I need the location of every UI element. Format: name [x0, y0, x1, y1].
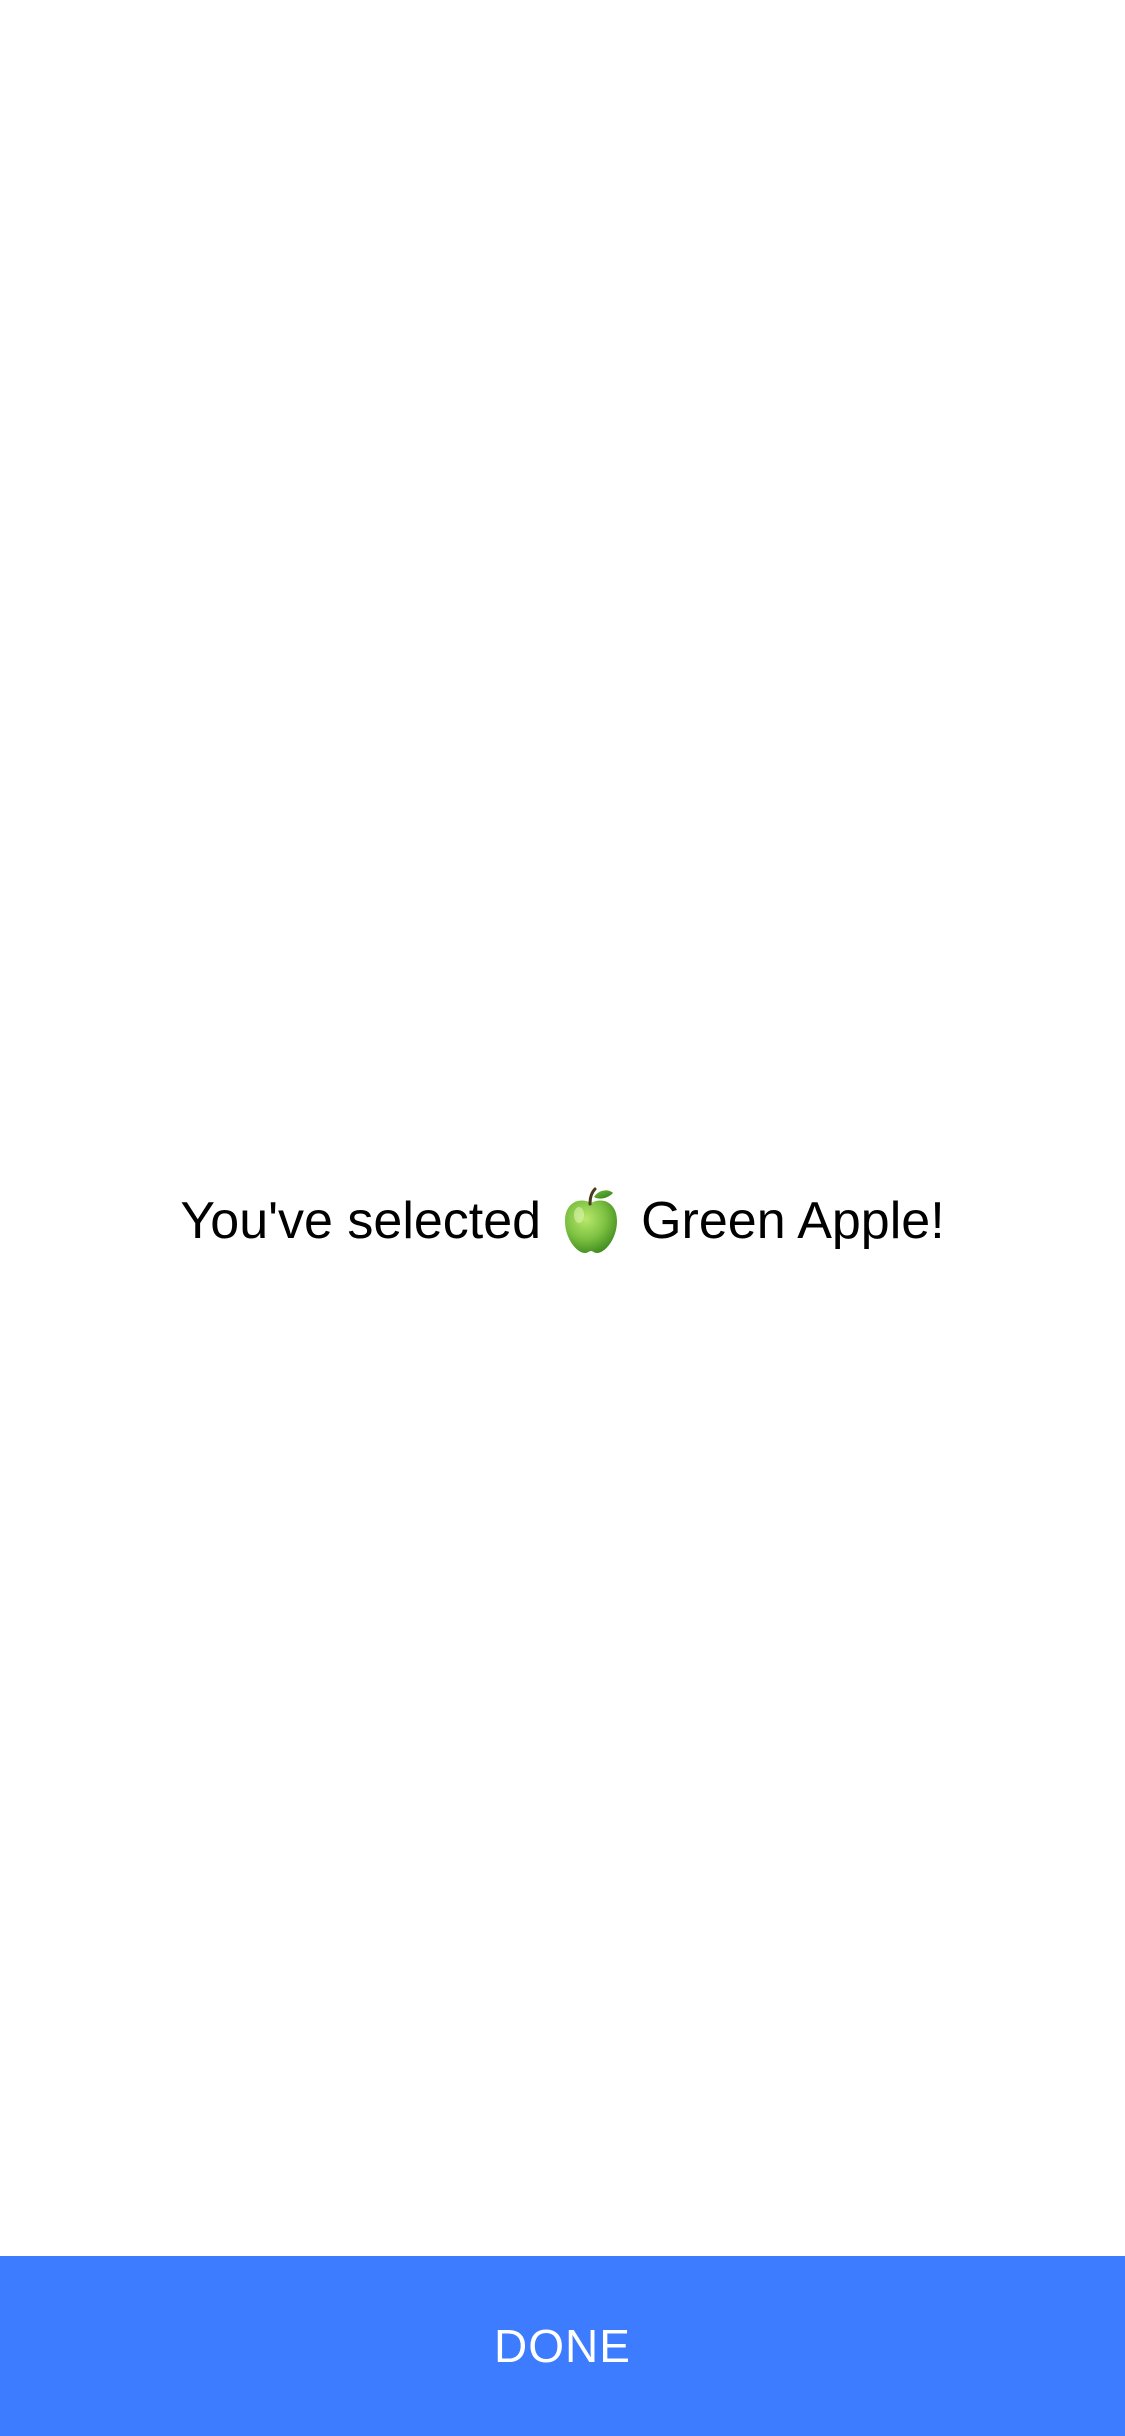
- done-button-label: DONE: [494, 2320, 631, 2372]
- selection-prefix: You've selected: [180, 1192, 542, 1250]
- screen: You've selected Green Apple! DONE: [0, 0, 1125, 2436]
- selection-message: You've selected Green Apple!: [0, 1176, 1125, 1266]
- green-apple-icon: [559, 1187, 623, 1255]
- done-button[interactable]: DONE: [0, 2256, 1125, 2436]
- selection-suffix: Green Apple!: [641, 1192, 945, 1250]
